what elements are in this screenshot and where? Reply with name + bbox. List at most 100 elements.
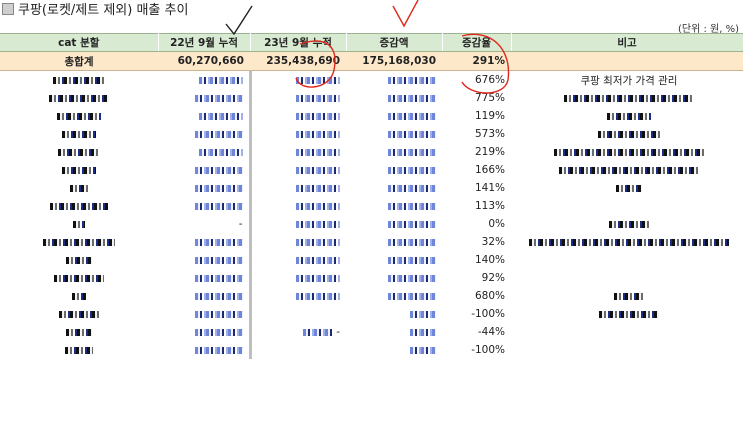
prev-value [158,161,250,179]
prev-value [158,143,250,161]
redacted-value [388,184,436,192]
curr-value [248,70,346,89]
redacted-value [614,292,644,300]
redacted-value [388,94,436,102]
curr-value: - [248,323,346,341]
curr-value [248,125,346,143]
redacted-value [388,130,436,138]
table-row: 141% [0,179,743,197]
curr-value [248,143,346,161]
report-title-text: 쿠팡(로켓/제트 제외) 매출 추이 [18,3,189,18]
total-label: 총합계 [0,51,158,71]
sales-trend-table: cat 분할 22년 9월 누적 23년 9월 누적 증감액 증감율 비고 총합… [0,33,743,359]
prev-value [158,323,250,341]
curr-value [248,89,346,107]
total-rate: 291% [442,51,511,71]
redacted-value [194,328,243,336]
redacted-value [296,130,340,138]
note-value [511,125,743,143]
redacted-value [296,94,340,102]
redacted-value [609,220,649,228]
note-value [511,323,743,341]
category-name [0,89,158,107]
redacted-value [296,184,340,192]
diff-value [346,89,442,107]
header-prev-year: 22년 9월 누적 [158,33,251,52]
redacted-value [62,166,96,174]
diff-value [346,287,442,305]
table-row: - 0% [0,215,743,233]
note-value [511,305,743,323]
table-row: 92% [0,269,743,287]
table-row: 676% 쿠팡 최저가 가격 관리 [0,70,743,90]
redacted-value [388,238,436,246]
redacted-value [43,238,115,246]
redacted-value [70,184,88,192]
curr-value [248,251,346,269]
redacted-value [296,256,340,264]
note-value [511,341,743,359]
table-row: 119% [0,107,743,125]
diff-value [346,143,442,161]
redacted-value [388,292,436,300]
rate-value: -100% [471,308,505,320]
redacted-value [559,166,699,174]
rate-value: 680% [474,290,505,302]
table-row: 32% [0,233,743,251]
redacted-value [296,274,340,282]
redacted-value [388,148,436,156]
note-value [511,143,743,161]
total-note [511,51,743,71]
prev-value [158,179,250,197]
redacted-value [66,328,92,336]
curr-value [248,215,346,233]
empty-dash: - [332,326,340,338]
total-curr: 235,438,690 [250,51,346,71]
rate-value: 32% [481,236,505,248]
rate-value: 0% [488,218,505,230]
rate-value: -44% [477,326,505,338]
curr-value [248,107,346,125]
diff-value [346,323,442,341]
diff-value [346,107,442,125]
category-name [0,125,158,143]
redacted-value [194,292,243,300]
header-category: cat 분할 [0,33,159,52]
redacted-value [194,346,243,354]
diff-value [346,215,442,233]
redacted-value [296,148,340,156]
redacted-value [50,202,108,210]
rate-value: 140% [474,254,505,266]
redacted-value [388,166,436,174]
redacted-value [296,220,340,228]
diff-value [346,71,442,90]
prev-value [158,125,250,143]
redacted-value [194,256,243,264]
note-value [511,251,743,269]
category-name [0,179,158,197]
table-row: 113% [0,197,743,215]
redacted-value [53,76,105,84]
redacted-value [194,310,243,318]
curr-value [248,197,346,215]
rate-value: 166% [474,164,505,176]
prev-value [158,269,250,287]
title-square-icon [2,3,14,15]
redacted-value [554,148,704,156]
redacted-value [296,76,340,84]
redacted-value [49,94,109,102]
prev-value [158,287,250,305]
header-curr-year: 23년 9월 누적 [250,33,347,52]
diff-value [346,125,442,143]
redacted-value [62,130,96,138]
curr-value [248,305,346,323]
redacted-value [296,238,340,246]
rate-value: 92% [481,272,505,284]
header-rate: 증감율 [442,33,512,52]
rate-value: -100% [471,344,505,356]
redacted-value [296,166,340,174]
redacted-value [410,310,436,318]
prev-value [158,89,250,107]
curr-value [248,179,346,197]
redacted-value [194,166,243,174]
